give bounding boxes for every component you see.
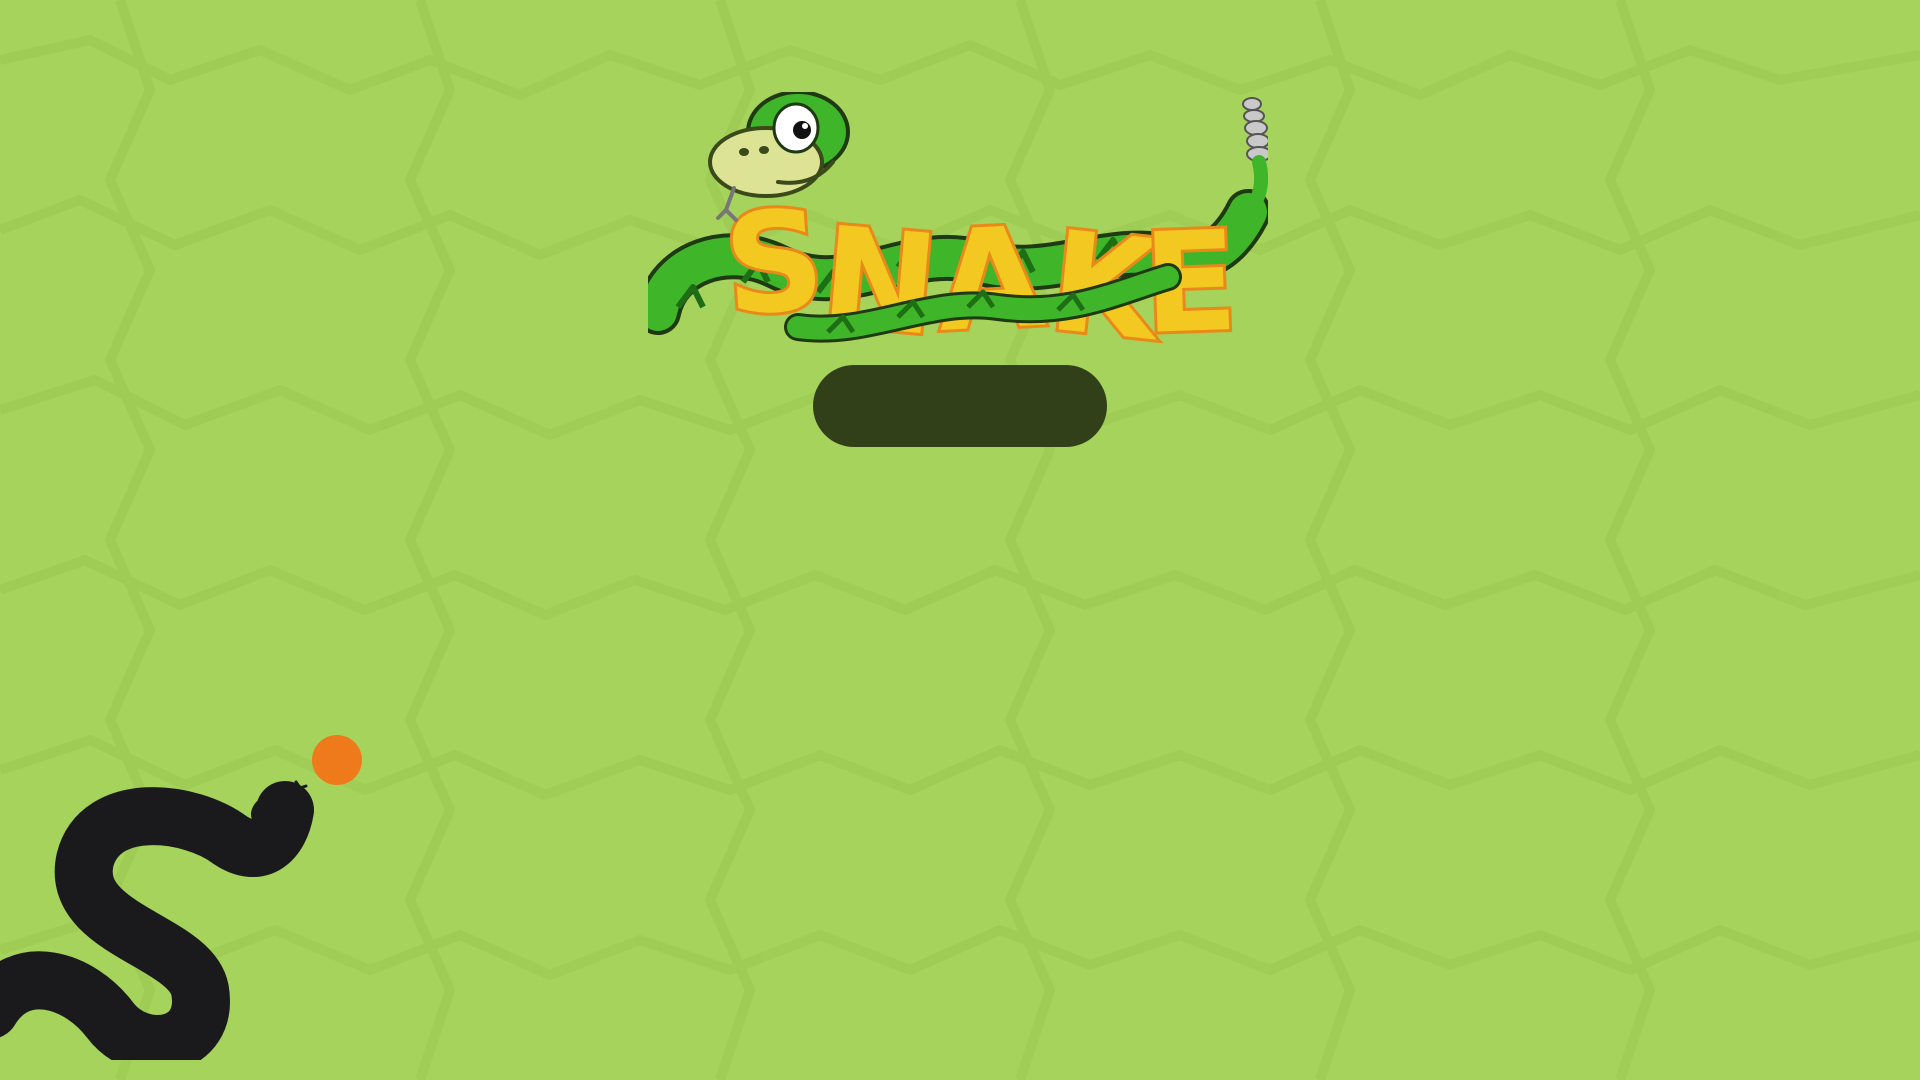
snake-silhouette-icon xyxy=(0,780,314,1060)
play-button[interactable] xyxy=(813,365,1107,447)
food-dot-icon xyxy=(312,735,362,785)
svg-text:A: A xyxy=(933,197,1048,363)
snake-logo-icon: S N A K E xyxy=(648,92,1268,368)
